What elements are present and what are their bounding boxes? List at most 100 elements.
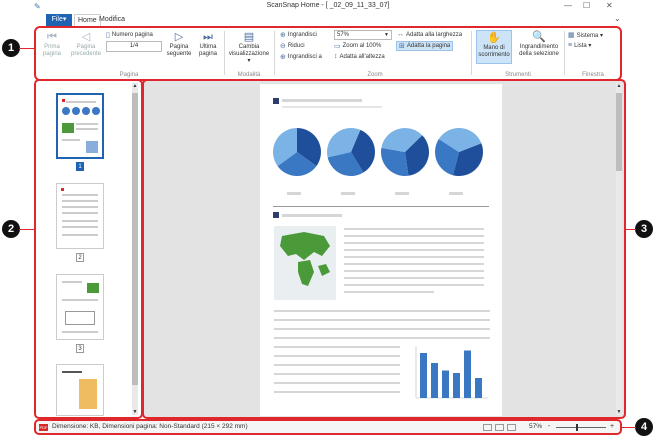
fit-height-label: Adatta all'altezza (339, 53, 385, 60)
thumb-line (62, 234, 98, 236)
scroll-down-icon[interactable]: ▼ (616, 409, 622, 415)
text-line (344, 256, 484, 258)
scroll-down-icon[interactable]: ▼ (132, 409, 138, 415)
document-page (260, 84, 502, 416)
thumb-line (62, 331, 98, 333)
zoom-in-label: Ingrandisci (287, 32, 317, 38)
group-modalita-label: Modalità (237, 72, 261, 78)
change-view-button[interactable]: ▤ Cambia visualizzazione ▾ (227, 31, 271, 65)
page-number-input[interactable]: 1/4 (106, 41, 162, 52)
ribbon-separator (564, 31, 565, 75)
collapse-ribbon-icon[interactable]: ⌄ (614, 14, 621, 23)
thumbnail-page-number: 1 (76, 162, 84, 171)
text-line (274, 310, 490, 312)
window-title: ScanSnap Home - [ _02_09_11_33_07] (266, 2, 390, 9)
thumbnail-page[interactable] (56, 183, 104, 249)
fit-height-button[interactable]: ↕ Adatta all'altezza (334, 53, 385, 60)
thumb-map (79, 379, 97, 409)
bar (442, 370, 449, 398)
text-line (344, 270, 484, 272)
maximize-button[interactable]: ☐ (583, 1, 590, 10)
next-page-button[interactable]: ▷ Pagina seguente (165, 31, 193, 58)
first-page-button[interactable]: ⏮ Prima pagina (40, 31, 64, 58)
magnifier-button[interactable]: 🔍 Ingrandimento della selezione (515, 31, 563, 58)
zoom-out-button[interactable]: ⊖ Riduci (280, 42, 305, 50)
thumb-line (62, 299, 98, 301)
thumb-pie (62, 107, 70, 115)
heading-line (282, 99, 362, 102)
close-button[interactable]: ✕ (606, 1, 613, 10)
ribbon: ⏮ Prima pagina ◁ Pagina precedente ▯ Num… (34, 26, 622, 81)
sistema-button[interactable]: ▦ Sistema ▾ (568, 31, 603, 39)
group-pagina: ⏮ Prima pagina ◁ Pagina precedente ▯ Num… (36, 28, 222, 79)
thumbnail-page[interactable] (56, 93, 104, 159)
group-strumenti-label: Strumenti (505, 72, 531, 78)
thumb-pie (92, 107, 100, 115)
two-page-view-icon[interactable] (495, 424, 504, 431)
zoom-in-button[interactable]: ⊕ Ingrandisci (280, 31, 317, 39)
scroll-up-icon[interactable]: ▲ (616, 83, 622, 89)
text-line (344, 291, 434, 293)
fit-page-icon: ⊞ (399, 43, 405, 50)
zoom-slider-thumb[interactable] (576, 424, 578, 431)
next-page-label: Pagina seguente (166, 44, 192, 57)
zoom-out-label: Riduci (287, 43, 305, 49)
first-page-icon: ⏮ (47, 31, 57, 43)
bar (420, 353, 427, 398)
pie-caption (449, 192, 463, 195)
document-viewer[interactable]: ▲ ▼ (142, 79, 626, 419)
zoom-to-icon: ⊕ (280, 54, 286, 61)
minimize-button[interactable]: — (564, 1, 572, 10)
thumbnail-panel: ✕ 1 2 3 ▲ (34, 79, 143, 419)
thumbnail-page[interactable] (56, 364, 104, 416)
dropdown-arrow-icon: ▼ (384, 32, 389, 38)
single-page-view-icon[interactable] (483, 424, 492, 431)
callout-leader (622, 427, 636, 428)
text-line (274, 391, 400, 393)
page-number-label: Numero pagina (111, 32, 153, 38)
thumbnail-page[interactable] (56, 274, 104, 340)
bar (453, 373, 460, 398)
group-modalita: ▤ Cambia visualizzazione ▾ Modalità (226, 28, 272, 79)
tab-file[interactable]: File▾ (46, 14, 72, 26)
zoom-select[interactable]: 57% ▼ (334, 30, 392, 40)
lista-button[interactable]: ≡ Lista ▾ (568, 42, 591, 49)
text-line (344, 277, 484, 279)
zoom-level: 57% (529, 423, 543, 430)
thumb-line (62, 226, 98, 228)
thumb-line (66, 101, 96, 103)
lista-icon: ≡ (568, 42, 573, 49)
hand-tool-button[interactable]: ✋ Mano di scorrimento (476, 30, 512, 64)
fit-width-button[interactable]: ↔ Adatta alla larghezza (397, 31, 462, 38)
zoom-out-button[interactable]: - (548, 423, 550, 430)
scroll-up-icon[interactable]: ▲ (132, 83, 138, 89)
continuous-view-icon[interactable] (507, 424, 516, 431)
zoom-to-label: Ingrandisci a (287, 54, 322, 60)
text-line (344, 284, 484, 286)
thumb-pie (82, 107, 90, 115)
zoom-100-button[interactable]: ▭ Zoom al 100% (334, 42, 381, 50)
zoom-slider[interactable] (556, 427, 606, 428)
thumbnail-scrollbar[interactable]: ▲ ▼ (132, 83, 138, 415)
thumb-line (62, 212, 98, 214)
prev-page-button[interactable]: ◁ Pagina precedente (68, 31, 104, 58)
zoom-select-value: 57% (337, 32, 350, 38)
section-marker (273, 212, 279, 218)
thumbnail-page-number: 3 (76, 344, 84, 353)
thumb-line (62, 281, 82, 283)
group-pagina-label: Pagina (119, 72, 139, 78)
thumb-chart (86, 141, 98, 153)
fit-page-button[interactable]: ⊞ Adatta la pagina (396, 41, 454, 51)
viewer-scrollbar-thumb[interactable] (616, 93, 622, 171)
prev-page-label: Pagina precedente (70, 44, 102, 57)
pie-caption (287, 192, 301, 195)
last-page-button[interactable]: ⏭ Ultima pagina (196, 31, 220, 58)
viewer-scrollbar[interactable]: ▲ ▼ (616, 83, 622, 415)
callout-1: 1 (2, 39, 20, 57)
zoom-to-button[interactable]: ⊕ Ingrandisci a (280, 53, 322, 61)
sistema-label: Sistema ▾ (576, 32, 603, 39)
thumbnail-page-number: 2 (76, 253, 84, 262)
thumbnail-scrollbar-thumb[interactable] (132, 93, 138, 385)
zoom-in-button[interactable]: + (610, 423, 614, 430)
tab-modifica[interactable]: Modifica (96, 14, 128, 26)
